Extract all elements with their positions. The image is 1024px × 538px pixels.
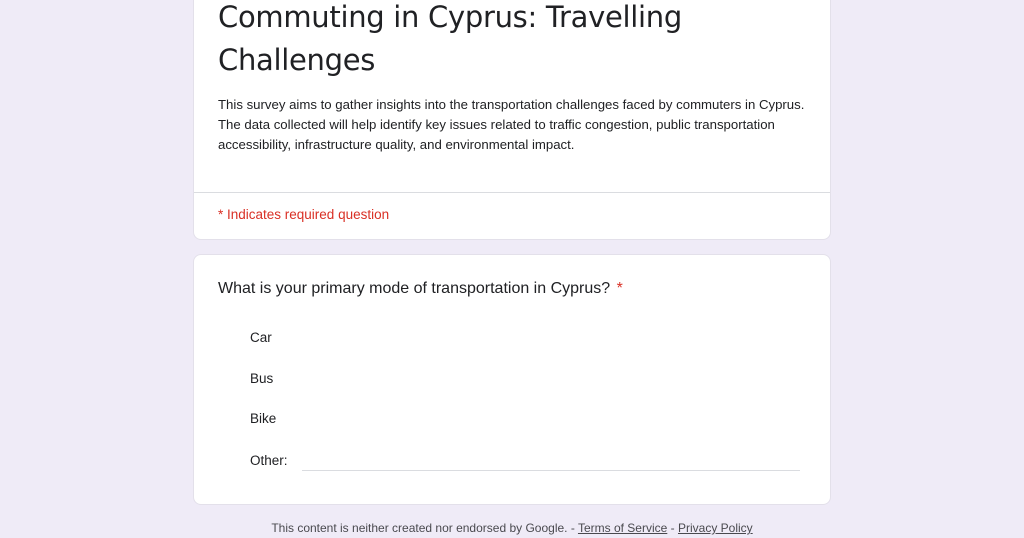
privacy-policy-link[interactable]: Privacy Policy (678, 521, 753, 535)
footer-separator: - (667, 521, 678, 535)
option-bike[interactable]: Bike (250, 411, 276, 426)
other-text-input[interactable] (302, 455, 800, 471)
option-bus[interactable]: Bus (250, 371, 273, 386)
terms-of-service-link[interactable]: Terms of Service (578, 521, 667, 535)
footer-separator: - (567, 521, 578, 535)
form-header-card: Commuting in Cyprus: Travelling Challeng… (193, 0, 831, 240)
question-text: What is your primary mode of transportat… (218, 280, 611, 297)
question-title: What is your primary mode of transportat… (218, 280, 623, 298)
question-card: What is your primary mode of transportat… (193, 254, 831, 505)
header-divider (194, 192, 830, 193)
required-question-note: * Indicates required question (218, 207, 390, 222)
footer-disclaimer: This content is neither created nor endo… (271, 521, 568, 535)
option-other[interactable]: Other: (250, 453, 288, 468)
option-car[interactable]: Car (250, 330, 272, 345)
form-description: This survey aims to gather insights into… (218, 97, 805, 152)
footer: This content is neither created nor endo… (0, 521, 1024, 535)
form-title: Commuting in Cyprus: Travelling Challeng… (218, 0, 682, 77)
required-asterisk: * (616, 280, 623, 297)
